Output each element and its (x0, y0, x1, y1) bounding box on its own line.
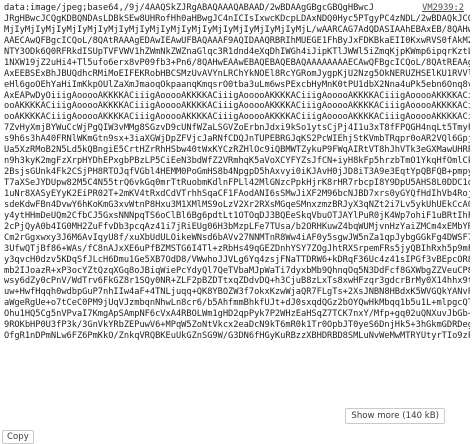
console-text-line: 3UfwQTjBf86+WAs/fC8nAJxXE6uPfBZMSTG6I4Tl… (4, 243, 470, 254)
console-text-line: n9h3kyK2mgFzXrpHYDhEPxgbPBzLP5CiEeN3bdWf… (4, 156, 470, 167)
console-text-line: uw+HwfHqqh0wdbpGuP7nhIIw4aF+4TNLjuqq+QK8… (4, 287, 470, 298)
console-text-line: ooAKKKKACiiigAooooAKKKKACiiigAooooAKKKKA… (4, 101, 470, 112)
console-text-line: AxEAPwDyOiiigAooooAKKKKACiiigAooooAKKKKA… (4, 90, 470, 101)
console-text-line: Cm2rGgxwxy3J6M6AvIqyU8f/xuXbUdULOikeWNsd… (4, 232, 470, 243)
console-output-panel: data:image/jpeg;base64,/9j/4AAQSkZJRgABA… (0, 0, 474, 444)
console-text-line: 7ZvHyXmjBYWuCcWjPgQIW3vMMg8SGzvD9cUNfWZa… (4, 123, 470, 134)
console-text-line: MjIyMjIyMjIyMjIyMjIyMjIyMjIyMjIyMjIyMjIy… (4, 24, 470, 35)
console-text-line: JRgHBwcJCQgKDBQNDAsLDBkSEw8UHRofHh0aHBwg… (4, 13, 470, 24)
console-text-line: AAECAwQFBgcICQoL/8QAtRAAAgEDAwIEAwUFBAQA… (4, 35, 470, 46)
console-text-line: NTY3ODk6Q0RFRkdISUpTVFVWV1hZWmNkZWZnaGlq… (4, 46, 470, 57)
console-text-line: 2BsjsGUnk4Fk2CSjPH8RTOJqfVGbl4HEMM0PoGmH… (4, 167, 470, 178)
console-text-line: OfgR1nDPmNLw6FZ6PmKkO/ZnkqVRQBKEuUkGZnSG… (4, 331, 470, 342)
console-text-line: 1NXW19jZ2uHi4+Tl5ufo6erx8vP09fb3+Pn6/8QA… (4, 57, 470, 68)
console-text-line: y4ytHHmDeUQm2CfbCJ5GxsNNNpqTS6oClBl6Bg6p… (4, 210, 470, 221)
console-text-line: y3qvcH0dzv5KDqSfJLcH6Dmu1Ge5XB7OdD8/VWwh… (4, 254, 470, 265)
console-text-line: Ohu1HQ5Cg5nVPvaI7KmgApSAmpNF6cVxA4RBOLWm… (4, 309, 470, 320)
console-text-line: eHl6goOEhYaHiImKkpOUlZaXmJmaoqOkpaanqKmq… (4, 79, 470, 90)
console-text-line: 1uNr8XASyEYyK2EiPR02T+2mKV4tRxdCdVTrhhSq… (4, 188, 470, 199)
console-text-line: 2cPjQyA0b4IG0MH2ZuFfvDb3pcqAz41i7jRiEUg0… (4, 221, 470, 232)
console-text-line: sdeKdwFBn4DvwY6hKoKmG3xvWtnP8Hxu3M1XMlMS… (4, 199, 470, 210)
copy-button[interactable]: Copy (2, 430, 34, 444)
console-text-line: aWgeRgUe+o7tCeC0PM9jUqVJzmbqnNhwLn8cr6/b… (4, 298, 470, 309)
console-text-line: T7aXSeJYDUpw82M5C4N55trQ6vkGq0mrTtRuobmK… (4, 178, 470, 188)
console-text-line: ooAKKKKACiiigAooooAKKKKACiiigAooooAKKKKA… (4, 112, 470, 123)
console-text-line: wsy6dZy0cPnV/WdTrv6FkGZ8r1SQy0NR+ZLF2pBZ… (4, 276, 470, 287)
source-location-link[interactable]: VM2939:2 (419, 3, 464, 14)
console-text-line: mb2IJoazR+xP3ocYZtQzqXGq8oJBiqWiePcYdyQl… (4, 265, 470, 276)
base64-text-block: data:image/jpeg;base64,/9j/4AAQSkZJRgABA… (4, 3, 470, 427)
console-text-line: 9ROKbHP0U3fP3k/3GnVkYRbZEPuwV6+MPqW5ZoNt… (4, 320, 470, 331)
console-text-line: s9h6s3hA40FRNlWKmGtn9sx+3iaXGWjDpZFVjcJa… (4, 134, 470, 145)
show-more-button[interactable]: Show more (140 kB) (345, 408, 445, 424)
console-text-line: data:image/jpeg;base64,/9j/4AAQSkZJRgABA… (4, 3, 374, 13)
console-text-line: Ua5XzRMoB2N5Ld5kQBngiE5CrtHZrRhHSbw40tWx… (4, 145, 470, 156)
console-text-line: AxEEBSExBhJBUQdhcRMiMoEIFEKRobHBCSMzUvAV… (4, 68, 470, 79)
